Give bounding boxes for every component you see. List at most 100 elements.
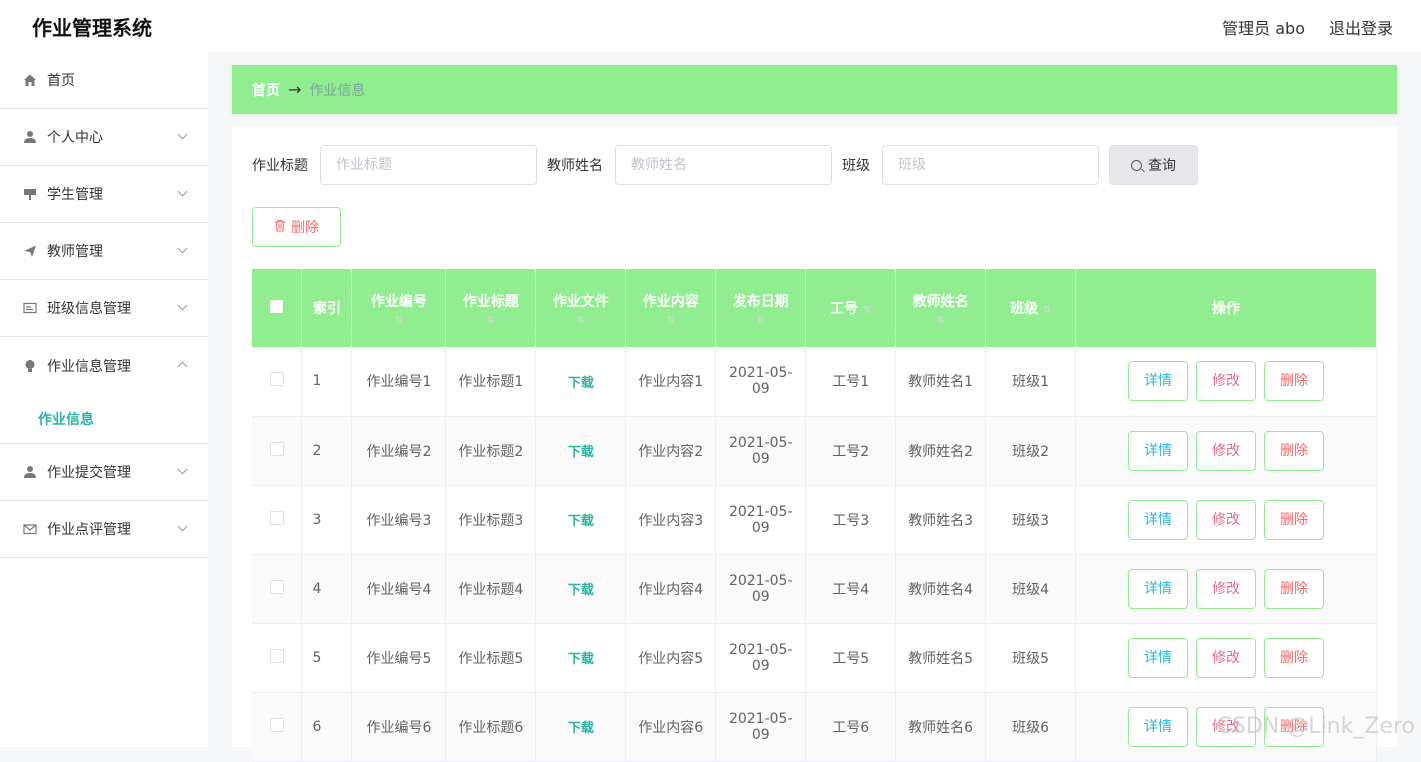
sidebar-item-teacher-management[interactable]: 教师管理 (0, 223, 208, 280)
chevron-down-icon (178, 301, 188, 311)
sidebar-item-homework-management[interactable]: 作业信息管理 (0, 337, 208, 394)
logout-link[interactable]: 退出登录 (1329, 15, 1393, 39)
title-search-input[interactable] (320, 145, 537, 185)
cell-teacher: 教师姓名6 (896, 692, 986, 761)
download-link[interactable]: 下载 (568, 721, 594, 736)
date-part: 2021-05- (729, 504, 793, 520)
sidebar-item-student-management[interactable]: 学生管理 (0, 166, 208, 223)
cell-actions: 详情修改删除 (1076, 692, 1377, 761)
sort-icon[interactable]: ⇅ (352, 315, 445, 326)
detail-button[interactable]: 详情 (1128, 707, 1188, 747)
cell-teacher: 教师姓名5 (896, 623, 986, 692)
cell-code: 作业编号4 (352, 554, 446, 623)
cell-class: 班级4 (986, 554, 1076, 623)
edit-button[interactable]: 修改 (1196, 500, 1256, 540)
sidebar-item-label: 作业点评管理 (47, 519, 131, 539)
sort-icon[interactable]: ⇅ (863, 305, 871, 316)
cell-code: 作业编号2 (352, 416, 446, 485)
download-link[interactable]: 下载 (568, 445, 594, 460)
column-header[interactable]: 发布日期⇅ (716, 269, 806, 347)
cell-teacher: 教师姓名1 (896, 347, 986, 416)
cell-date: 2021-05-09 (716, 554, 806, 623)
cell-code: 作业编号3 (352, 485, 446, 554)
cell-title: 作业标题3 (446, 485, 536, 554)
detail-button[interactable]: 详情 (1128, 500, 1188, 540)
sort-icon[interactable]: ⇅ (536, 315, 625, 326)
cell-actions: 详情修改删除 (1076, 347, 1377, 416)
detail-button[interactable]: 详情 (1128, 431, 1188, 471)
download-link[interactable]: 下载 (568, 514, 594, 529)
sort-icon[interactable]: ⇅ (716, 315, 805, 326)
cell-index: 5 (302, 623, 352, 692)
download-link[interactable]: 下载 (568, 583, 594, 598)
row-checkbox[interactable] (252, 485, 302, 554)
submenu-item-homework-info[interactable]: 作业信息 (0, 394, 208, 444)
cell-index: 3 (302, 485, 352, 554)
column-header[interactable]: 班级 ⇅ (986, 269, 1076, 347)
delete-button[interactable]: 删除 (1264, 569, 1324, 609)
column-header[interactable]: 作业内容⇅ (626, 269, 716, 347)
cell-index: 6 (302, 692, 352, 761)
edit-button[interactable]: 修改 (1196, 707, 1256, 747)
chevron-down-icon (178, 130, 188, 140)
sort-icon[interactable]: ⇅ (896, 315, 985, 326)
detail-button[interactable]: 详情 (1128, 638, 1188, 678)
column-header[interactable]: 作业编号⇅ (352, 269, 446, 347)
column-header[interactable]: 作业标题⇅ (446, 269, 536, 347)
column-header[interactable]: 作业文件 ⇅ (536, 269, 626, 347)
edit-button[interactable]: 修改 (1196, 638, 1256, 678)
detail-button[interactable]: 详情 (1128, 569, 1188, 609)
delete-button[interactable]: 删除 (1264, 500, 1324, 540)
row-checkbox[interactable] (252, 416, 302, 485)
user-area: 管理员 abo 退出登录 (1222, 15, 1393, 39)
delete-button[interactable]: 删除 (1264, 431, 1324, 471)
download-link[interactable]: 下载 (568, 652, 594, 667)
sidebar-item-submission-management[interactable]: 作业提交管理 (0, 444, 208, 501)
delete-button[interactable]: 删除 (1264, 638, 1324, 678)
teacher-search-input[interactable] (615, 145, 832, 185)
table-row: 5作业编号5作业标题5下载作业内容52021-05-09工号5教师姓名5班级5详… (252, 623, 1377, 692)
search-form: 作业标题 教师姓名 班级 查询 (252, 145, 1198, 185)
column-header[interactable]: 工号 ⇅ (806, 269, 896, 347)
edit-button[interactable]: 修改 (1196, 361, 1256, 401)
column-header-label: 班级 (1010, 301, 1038, 317)
sidebar-item-label: 作业信息管理 (47, 356, 131, 376)
row-checkbox[interactable] (252, 692, 302, 761)
cell-actions: 详情修改删除 (1076, 416, 1377, 485)
batch-delete-button[interactable]: 删除 (252, 207, 341, 247)
query-button[interactable]: 查询 (1109, 145, 1198, 185)
cell-date: 2021-05-09 (716, 692, 806, 761)
column-header[interactable]: 教师姓名⇅ (896, 269, 986, 347)
edit-button[interactable]: 修改 (1196, 431, 1256, 471)
date-part: 2021-05- (729, 365, 793, 381)
edit-button[interactable]: 修改 (1196, 569, 1256, 609)
sidebar-item-class-management[interactable]: 班级信息管理 (0, 280, 208, 337)
table-row: 2作业编号2作业标题2下载作业内容22021-05-09工号2教师姓名2班级2详… (252, 416, 1377, 485)
row-checkbox[interactable] (252, 623, 302, 692)
class-search-input[interactable] (882, 145, 1099, 185)
cell-index: 4 (302, 554, 352, 623)
delete-button[interactable]: 删除 (1264, 361, 1324, 401)
sort-icon[interactable]: ⇅ (626, 315, 715, 326)
cell-code: 作业编号6 (352, 692, 446, 761)
cell-content: 作业内容5 (626, 623, 716, 692)
column-header-label: 作业文件 (553, 294, 609, 310)
row-checkbox[interactable] (252, 554, 302, 623)
sidebar-item-home[interactable]: 首页 (0, 52, 208, 109)
cell-file: 下载 (536, 347, 626, 416)
sidebar-item-label: 个人中心 (47, 127, 103, 147)
delete-button[interactable]: 删除 (1264, 707, 1324, 747)
home-icon (22, 72, 38, 88)
date-part: 09 (752, 658, 770, 674)
select-all-checkbox[interactable] (252, 269, 302, 347)
table-row: 1作业编号1作业标题1下载作业内容12021-05-09工号1教师姓名1班级1详… (252, 347, 1377, 416)
sidebar-item-review-management[interactable]: 作业点评管理 (0, 501, 208, 558)
sort-icon[interactable]: ⇅ (1043, 305, 1051, 316)
detail-button[interactable]: 详情 (1128, 361, 1188, 401)
sidebar-item-personal-center[interactable]: 个人中心 (0, 109, 208, 166)
breadcrumb-home[interactable]: 首页 (252, 80, 280, 100)
app-title: 作业管理系统 (32, 12, 152, 41)
row-checkbox[interactable] (252, 347, 302, 416)
download-link[interactable]: 下载 (568, 376, 594, 391)
sort-icon[interactable]: ⇅ (446, 315, 535, 326)
